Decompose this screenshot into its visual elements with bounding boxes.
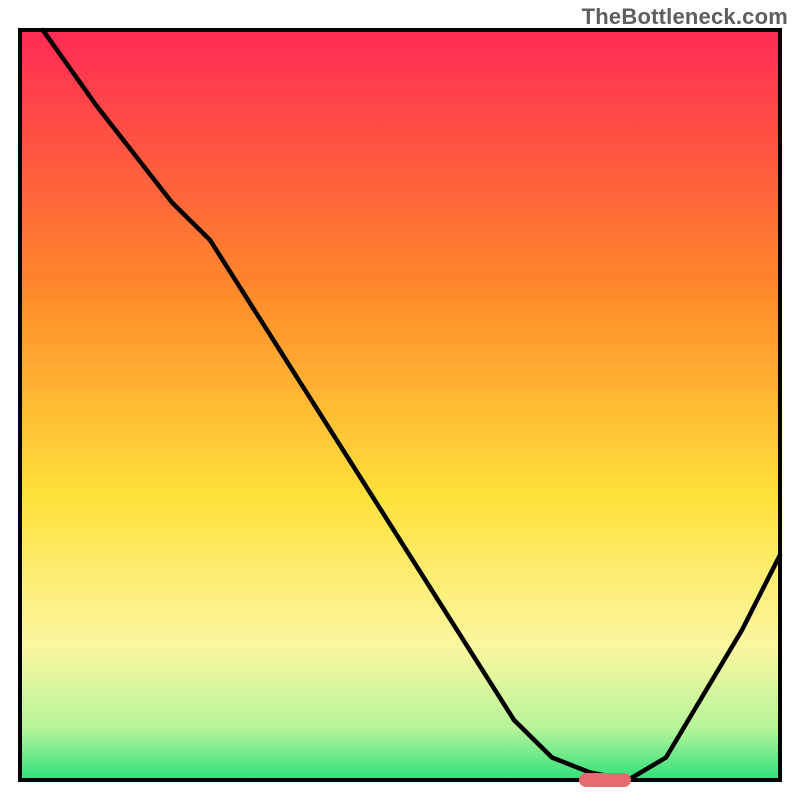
watermark-text: TheBottleneck.com [582,4,788,30]
chart-container: TheBottleneck.com [0,0,800,800]
plot-background [20,30,780,780]
optimum-marker [579,773,631,787]
chart-svg [0,0,800,800]
